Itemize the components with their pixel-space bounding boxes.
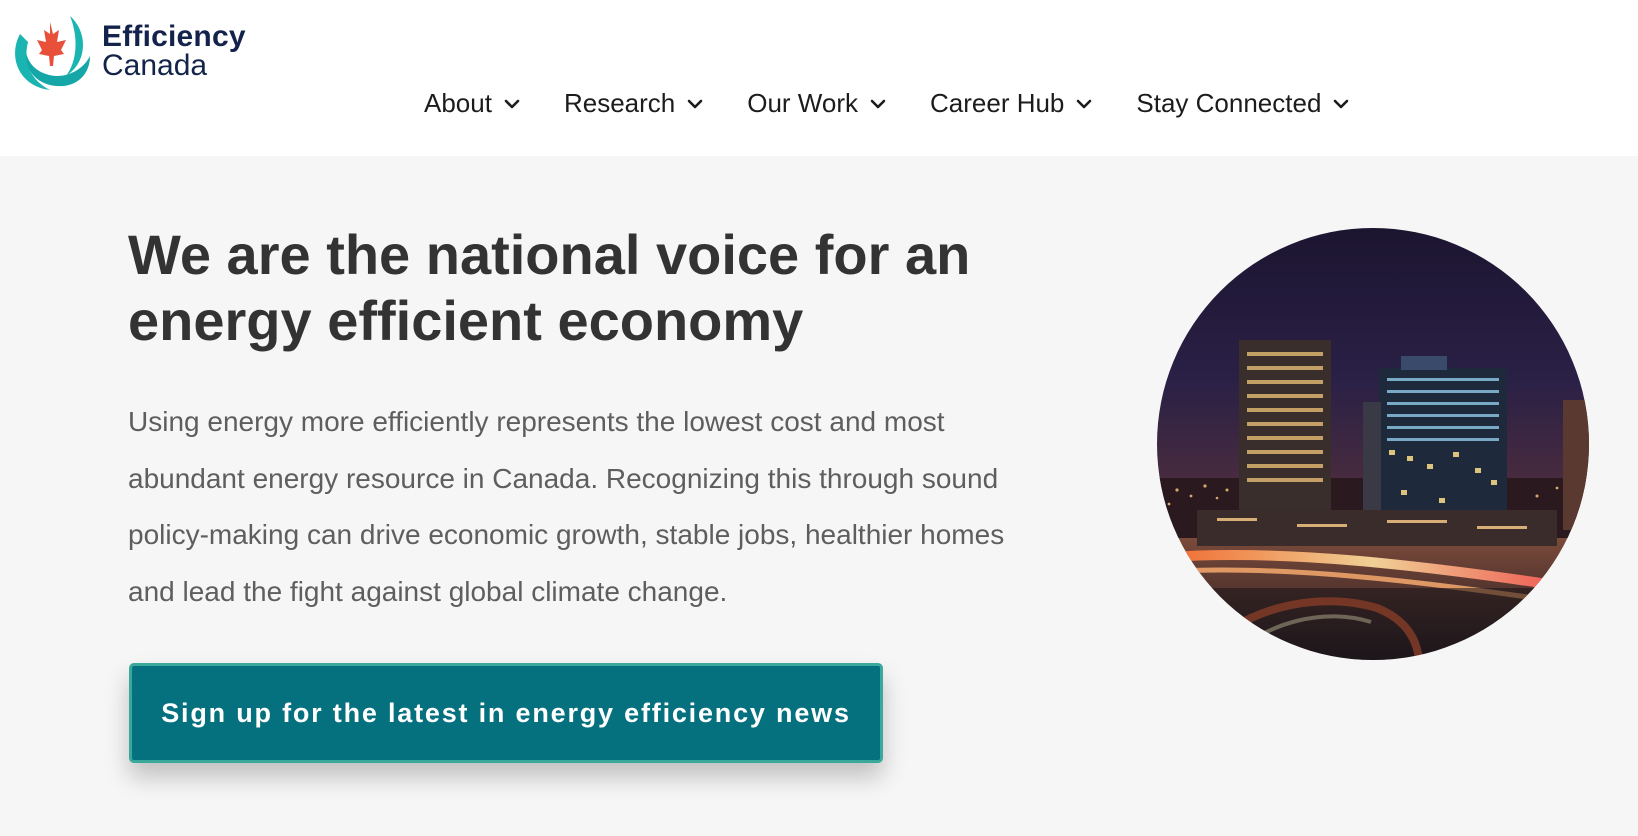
logo-wordmark-line1: Efficiency [102,20,246,53]
chevron-down-icon [504,99,520,108]
newsletter-signup-button[interactable]: Sign up for the latest in energy efficie… [129,663,883,763]
site-header: Efficiency Canada About Research Our Wor… [0,0,1638,156]
logo-wordmark: Efficiency Canada [102,20,246,82]
nav-item-label: Stay Connected [1136,88,1322,118]
nav-item-research[interactable]: Research [564,88,703,119]
chevron-down-icon [870,99,886,108]
nav-item-about[interactable]: About [424,88,520,119]
nav-item-our-work[interactable]: Our Work [747,88,886,119]
nav-item-career-hub[interactable]: Career Hub [930,88,1092,119]
nav-item-label: Career Hub [930,88,1065,118]
nav-item-stay-connected[interactable]: Stay Connected [1136,88,1349,119]
nav-item-label: Our Work [747,88,858,118]
main-nav: About Research Our Work Career Hub Stay … [424,88,1349,119]
nav-item-label: About [424,88,492,118]
nav-item-label: Research [563,88,676,118]
hero-title: We are the national voice for an energy … [128,223,971,352]
chevron-down-icon [1077,99,1092,108]
chevron-down-icon [687,99,703,108]
chevron-down-icon [1334,99,1349,108]
logo[interactable]: Efficiency Canada [6,12,246,94]
hero-description: Using energy more efficiently represents… [128,406,1005,607]
maple-leaf-logo-icon [15,16,91,90]
logo-wordmark-line2: Canada [102,49,208,82]
city-night-illustration [1157,228,1589,660]
city-skyline-image [1157,228,1589,660]
